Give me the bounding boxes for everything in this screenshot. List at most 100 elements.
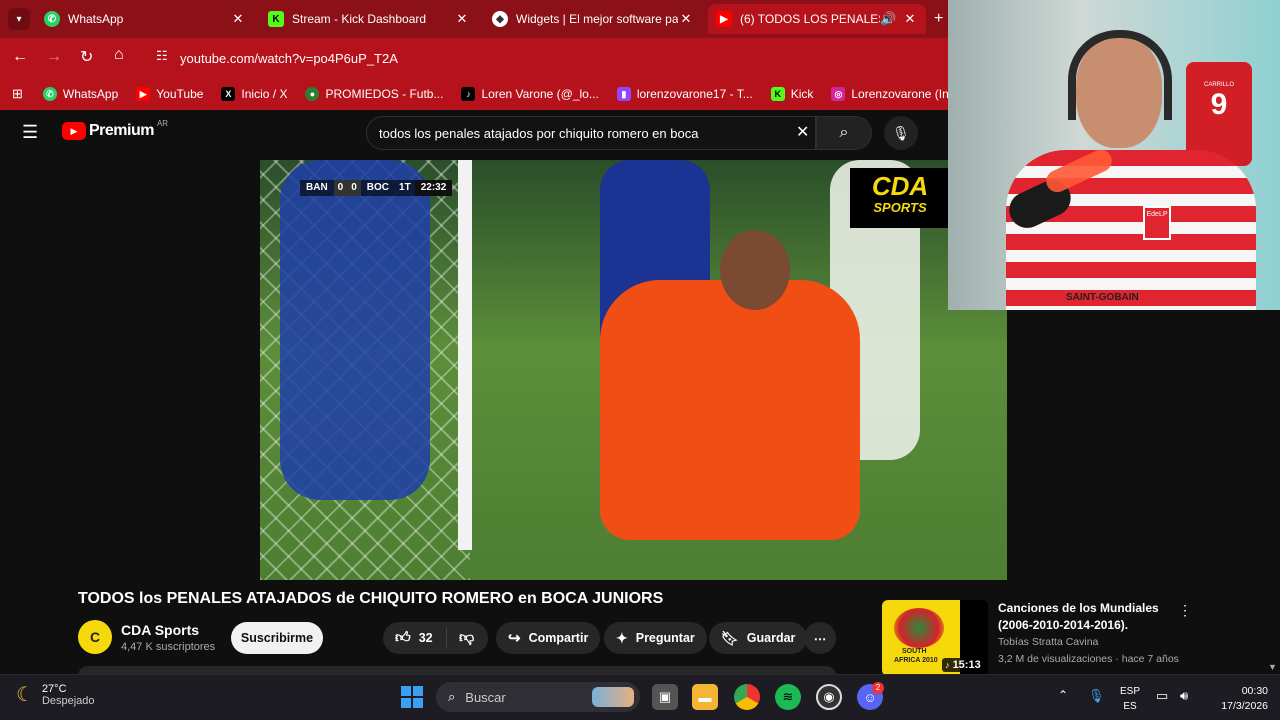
weather-condition: Despejado (41, 694, 95, 707)
site-info-icon[interactable]: ☷ (156, 48, 168, 64)
task-view-icon[interactable]: ▣ (652, 684, 678, 710)
close-icon[interactable]: ✕ (902, 11, 918, 27)
bookmark-tiktok[interactable]: ♪ Loren Varone (@_lo... (461, 87, 599, 101)
bookmark-whatsapp[interactable]: ✆ WhatsApp (42, 87, 118, 101)
related-video-title[interactable]: Canciones de los Mundiales (2006-2010-20… (998, 600, 1159, 634)
home-icon[interactable]: ⌂ (114, 46, 124, 64)
weather-widget[interactable]: ☾ 27°C Despejado (16, 682, 95, 707)
tray-overflow-icon[interactable]: ⌃ (1058, 688, 1068, 702)
url-field[interactable]: youtube.com/watch?v=po4P6uP_T2A (180, 51, 398, 66)
apps-icon[interactable]: ⊞ (12, 86, 23, 102)
tab-whatsapp[interactable]: ✆ WhatsApp ✕ (36, 4, 254, 34)
youtube-icon: ▶ (716, 11, 732, 27)
club-crest: EdeLP (1143, 206, 1171, 240)
kick-icon: K (268, 11, 284, 27)
clear-search-icon[interactable]: ✕ (796, 122, 809, 142)
headset (1068, 30, 1172, 120)
subscriber-count: 4,47 K suscriptores (121, 641, 216, 653)
shirt-sponsor: SAINT-GOBAIN (1066, 292, 1139, 303)
voice-search-button[interactable]: 🎙 (884, 116, 918, 150)
channel-avatar[interactable]: C (78, 620, 112, 654)
search-icon: ⌕ (448, 689, 456, 704)
new-tab-button[interactable]: + (934, 10, 943, 28)
video-duration: ♪ 15:13 (942, 658, 984, 672)
microphone-tray-icon[interactable]: 🎙 (1088, 688, 1105, 704)
bookmark-x[interactable]: X Inicio / X (221, 87, 287, 101)
bookmarks-bar: ⊞ ✆ WhatsApp ▶ YouTube X Inicio / X ● PROMIE… (0, 78, 968, 110)
clock[interactable]: 00:30 17/3/2026 (1206, 684, 1268, 714)
more-actions-button[interactable]: ⋯ (804, 622, 836, 654)
twitch-icon: ▮ (616, 87, 631, 101)
subscribe-button[interactable]: Suscribirme (231, 622, 323, 654)
bookmark-twitch[interactable]: ▮ lorenzovarone17 - T... (616, 87, 753, 101)
microphone-icon: 🎙 (892, 124, 910, 141)
bookmark-promiedos[interactable]: ● PROMIEDOS - Futb... (305, 87, 443, 101)
youtube-logo[interactable]: ▶ Premium AR (62, 119, 168, 140)
score-away-goals: 0 (347, 180, 361, 196)
bookmark-kick[interactable]: K Kick (770, 87, 813, 101)
dislike-button[interactable]: 👎︎ (447, 629, 474, 647)
channel-watermark: CDA SPORTS (850, 168, 950, 228)
scoreboard: BAN 0 0 BOC 1T 22:32 (300, 180, 453, 196)
thumbs-up-icon: 👍︎ (395, 629, 411, 646)
obs-icon[interactable]: ◉ (816, 684, 842, 710)
kick-icon: K (770, 87, 785, 101)
forward-icon[interactable]: → (46, 48, 62, 66)
video-title: TODOS los PENALES ATAJADOS de CHIQUITO R… (78, 590, 664, 607)
spotify-icon[interactable]: ≋ (775, 684, 801, 710)
video-player[interactable]: BAN 0 0 BOC 1T 22:32 CDA SPORTS (260, 160, 1007, 580)
related-options-icon[interactable]: ⋮ (1178, 602, 1192, 619)
score-away: BOC (366, 182, 390, 193)
youtube-play-icon: ▶ (62, 122, 86, 140)
reload-icon[interactable]: ↻ (80, 47, 93, 67)
bookmark-youtube[interactable]: ▶ YouTube (136, 87, 203, 101)
tab-search-button[interactable]: ▾ (8, 8, 30, 30)
youtube-icon: ▶ (136, 87, 151, 101)
tab-youtube-active[interactable]: ▶ (6) TODOS LOS PENALES ATA 🔊 ✕ (708, 4, 926, 34)
score-home-goals: 0 (333, 180, 348, 196)
search-button[interactable]: ⌕ (816, 116, 872, 150)
save-button[interactable]: 🔖︎ Guardar (709, 622, 808, 654)
taskbar-search[interactable]: ⌕ Buscar (436, 682, 640, 712)
score-home: BAN (306, 182, 328, 193)
language-indicator[interactable]: ESP ES (1120, 684, 1140, 714)
file-explorer-icon[interactable]: ▬ (692, 684, 718, 710)
menu-icon[interactable]: ☰ (22, 122, 38, 143)
discord-badge: 2 (872, 682, 884, 694)
audio-icon[interactable]: 🔊 (880, 11, 896, 27)
sparkle-icon: ✦ (616, 629, 628, 646)
music-icon: ♪ (945, 660, 950, 670)
bookmark-icon: 🔖︎ (721, 629, 739, 646)
like-button[interactable]: 👍︎ 32 (383, 628, 447, 648)
tab-widgets[interactable]: ◆ Widgets | El mejor software par ✕ (484, 4, 702, 34)
goalkeeper-head (720, 230, 790, 310)
related-video-channel[interactable]: Tobías Stratta Cavina (998, 636, 1098, 648)
thumbs-down-icon: 👎︎ (459, 629, 475, 646)
scroll-down-icon[interactable]: ▼ (1268, 662, 1277, 672)
whatsapp-icon: ✆ (44, 11, 60, 27)
whatsapp-icon: ✆ (42, 87, 57, 101)
more-icon: ⋯ (813, 631, 827, 646)
network-icon[interactable]: ▭ (1156, 688, 1168, 704)
volume-icon[interactable]: 🔊︎ (1180, 688, 1188, 704)
channel-name[interactable]: CDA Sports (121, 622, 199, 638)
share-icon: ↪ (508, 630, 521, 647)
world-cup-logo (894, 608, 944, 648)
close-icon[interactable]: ✕ (230, 11, 246, 27)
match-period: 1T (399, 182, 411, 193)
address-bar-row: ← → ↻ ⌂ ☷ youtube.com/watch?v=po4P6uP_T2… (0, 38, 948, 78)
related-video-thumbnail[interactable]: SOUTH AFRICA 2010 ♪ 15:13 (882, 600, 988, 676)
tab-kick-dashboard[interactable]: K Stream - Kick Dashboard ✕ (260, 4, 478, 34)
share-button[interactable]: ↪ Compartir (496, 622, 601, 654)
search-icon: ⌕ (839, 124, 849, 141)
widgets-icon: ◆ (492, 11, 508, 27)
ask-button[interactable]: ✦ Preguntar (604, 622, 707, 654)
close-icon[interactable]: ✕ (454, 11, 470, 27)
chrome-icon[interactable] (734, 684, 760, 710)
search-input[interactable]: todos los penales atajados por chiquito … (366, 116, 816, 150)
weather-temp: 27°C (41, 682, 67, 695)
back-icon[interactable]: ← (12, 48, 28, 66)
moon-icon: ☾ (16, 684, 34, 706)
start-button[interactable] (399, 684, 425, 710)
close-icon[interactable]: ✕ (678, 11, 694, 27)
